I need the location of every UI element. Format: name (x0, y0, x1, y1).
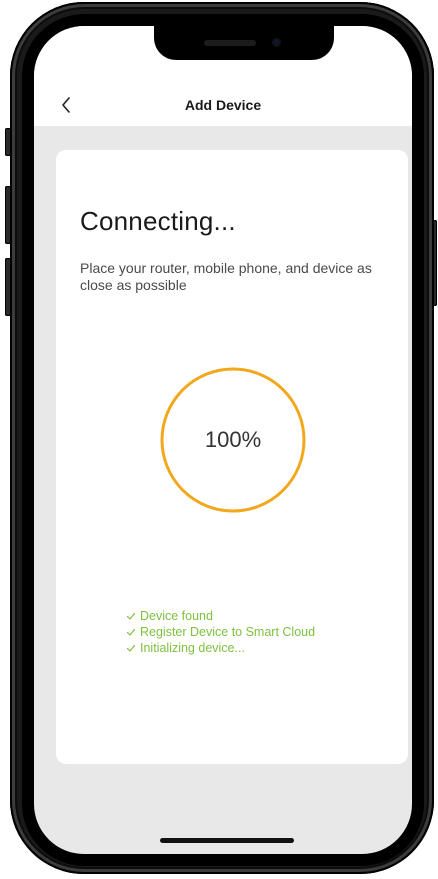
connection-steps: Device found Register Device to Smart Cl… (126, 608, 396, 656)
front-camera (272, 38, 281, 47)
step-label: Device found (140, 609, 213, 623)
progress-percentage: 100% (204, 427, 262, 452)
step-register-device: Register Device to Smart Cloud (126, 624, 396, 640)
check-icon (126, 628, 136, 636)
speaker-grille (204, 40, 256, 46)
step-label: Register Device to Smart Cloud (140, 625, 316, 639)
step-initializing-device: Initializing device... (126, 640, 396, 656)
check-icon (126, 644, 136, 652)
placement-instructions: Place your router, mobile phone, and dev… (80, 260, 372, 293)
chevron-left-icon (62, 97, 70, 113)
connecting-heading: Connecting... (80, 206, 236, 236)
step-label: Initializing device... (140, 641, 245, 655)
back-button[interactable] (54, 94, 78, 116)
home-indicator[interactable] (160, 838, 294, 843)
step-device-found: Device found (126, 608, 396, 624)
phone-mockup: Add Device Connecting... Place your rout… (0, 0, 438, 879)
page-title: Add Device (184, 97, 262, 113)
check-icon (126, 612, 136, 620)
